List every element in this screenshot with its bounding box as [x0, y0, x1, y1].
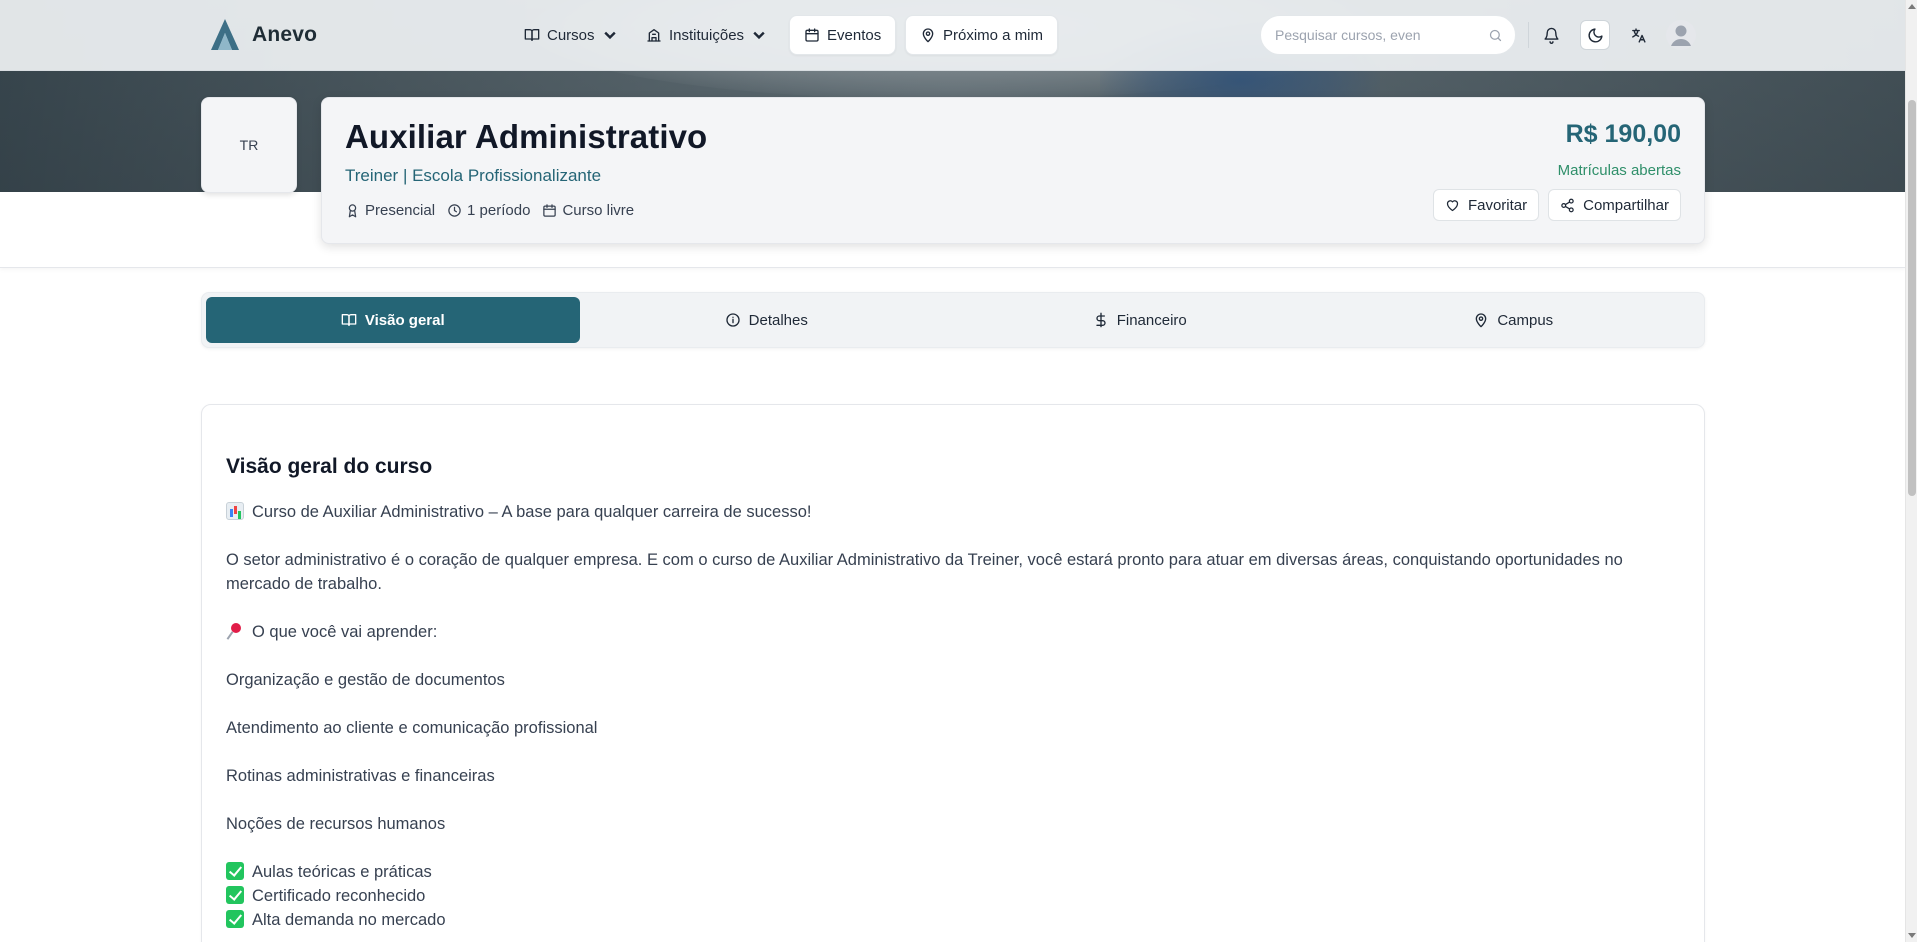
scroll-down-arrow-icon[interactable]: [1908, 933, 1916, 938]
page-scrollbar[interactable]: [1905, 0, 1917, 942]
overview-paragraph: O setor administrativo é o coração de qu…: [226, 551, 1623, 593]
course-tabs: Visão geral Detalhes Financeiro Campus: [201, 292, 1705, 348]
tab-visao-geral[interactable]: Visão geral: [206, 297, 580, 343]
nav-cursos-label: Cursos: [547, 26, 595, 44]
course-meta: Presencial 1 período Curso livre: [345, 202, 634, 219]
nav-cursos-dropdown[interactable]: Cursos: [510, 15, 632, 55]
scroll-up-arrow-icon[interactable]: [1908, 4, 1916, 9]
user-avatar-icon[interactable]: [1666, 20, 1696, 50]
institution-badge-text: TR: [239, 137, 259, 153]
nav-eventos-label: Eventos: [827, 26, 882, 44]
translate-icon: [1631, 27, 1646, 43]
overview-heading: Visão geral do curso: [226, 455, 433, 478]
course-institution-link[interactable]: Treiner | Escola Profissionalizante: [345, 166, 601, 186]
tab-label: Detalhes: [748, 311, 808, 329]
institution-badge: TR: [201, 97, 297, 193]
share-icon: [1561, 198, 1574, 212]
benefit-text: Alta demanda no mercado: [252, 911, 446, 929]
heart-icon: [1446, 199, 1459, 211]
tab-label: Financeiro: [1116, 311, 1187, 329]
course-actions: Favoritar Compartilhar: [1432, 189, 1681, 221]
notifications-button[interactable]: [1536, 20, 1566, 50]
check-mark-emoji-icon: [226, 862, 244, 880]
pushpin-emoji-icon: [226, 622, 244, 640]
topic-item: Organização e gestão de documentos: [226, 671, 505, 689]
bell-icon: [1543, 27, 1559, 44]
meta-modality: Presencial: [345, 202, 435, 219]
benefit-item: Aulas teóricas e práticas: [226, 860, 1666, 884]
topic-item: Atendimento ao cliente e comunicação pro…: [226, 719, 598, 737]
benefit-text: Certificado reconhecido: [252, 887, 426, 905]
meta-type-label: Curso livre: [562, 202, 635, 219]
info-icon: [725, 313, 740, 327]
benefit-item: Alta demanda no mercado: [226, 908, 1666, 932]
anevo-logo-icon: [211, 19, 239, 50]
brand-logo[interactable]: Anevo: [208, 16, 317, 54]
building-icon: [647, 29, 661, 42]
clock-icon: [448, 204, 461, 217]
chevron-down-icon: [753, 31, 765, 40]
topic-item: Rotinas administrativas e financeiras: [226, 767, 495, 785]
award-icon: [348, 204, 357, 218]
check-mark-emoji-icon: [226, 886, 244, 904]
theme-toggle-button[interactable]: [1580, 20, 1610, 50]
search-input[interactable]: [1275, 27, 1475, 43]
learn-heading-text: O que você vai aprender:: [252, 623, 438, 641]
meta-modality-label: Presencial: [365, 202, 436, 219]
tab-financeiro[interactable]: Financeiro: [953, 297, 1327, 343]
calendar-icon: [805, 28, 819, 42]
share-label: Compartilhar: [1583, 196, 1669, 214]
calendar-icon: [543, 204, 557, 217]
meta-duration: 1 período: [447, 202, 530, 219]
scrollbar-thumb[interactable]: [1908, 100, 1916, 496]
benefit-text: Aulas teóricas e práticas: [252, 863, 432, 881]
search-box[interactable]: [1260, 15, 1516, 55]
navbar-divider: [1528, 22, 1529, 48]
language-button[interactable]: [1623, 20, 1653, 50]
share-button[interactable]: Compartilhar: [1548, 189, 1681, 221]
nav-instituicoes-dropdown[interactable]: Instituições: [632, 15, 781, 55]
meta-type: Curso livre: [542, 202, 634, 219]
overview-intro: Curso de Auxiliar Administrativo – A bas…: [226, 500, 1666, 524]
enrollment-status: Matrículas abertas: [1557, 162, 1681, 179]
nav-instituicoes-label: Instituições: [669, 26, 745, 44]
benefit-item: Certificado reconhecido: [226, 884, 1666, 908]
moon-icon: [1588, 27, 1603, 42]
top-navbar: Anevo Cursos Instituições Eventos Próxim…: [0, 0, 1905, 71]
nav-proximo-label: Próximo a mim: [943, 26, 1044, 44]
overview-intro-text: Curso de Auxiliar Administrativo – A bas…: [252, 503, 812, 521]
favorite-button[interactable]: Favoritar: [1432, 189, 1540, 221]
overview-body: Curso de Auxiliar Administrativo – A bas…: [226, 500, 1666, 932]
course-price: R$ 190,00: [1565, 120, 1681, 148]
favorite-label: Favoritar: [1467, 196, 1528, 214]
search-icon: [1489, 29, 1502, 42]
bar-chart-emoji-icon: [226, 502, 244, 520]
dollar-icon: [1096, 312, 1106, 328]
check-mark-emoji-icon: [226, 910, 244, 928]
tab-label: Visão geral: [364, 311, 445, 329]
book-icon: [341, 314, 357, 326]
map-pin-icon: [1475, 313, 1487, 328]
tab-campus[interactable]: Campus: [1327, 297, 1701, 343]
overview-card: Visão geral do curso Curso de Auxiliar A…: [201, 404, 1705, 942]
tab-label: Campus: [1497, 311, 1554, 329]
chevron-down-icon: [603, 31, 616, 40]
book-icon: [524, 29, 540, 41]
tab-detalhes[interactable]: Detalhes: [580, 297, 954, 343]
nav-proximo-button[interactable]: Próximo a mim: [905, 15, 1059, 55]
learn-heading: O que você vai aprender:: [226, 620, 1666, 644]
map-pin-icon: [922, 28, 934, 43]
topic-item: Noções de recursos humanos: [226, 815, 446, 833]
course-title: Auxiliar Administrativo: [345, 118, 708, 155]
brand-name: Anevo: [252, 23, 318, 46]
nav-eventos-button[interactable]: Eventos: [789, 15, 897, 55]
meta-duration-label: 1 período: [467, 202, 531, 219]
course-header-card: Auxiliar Administrativo Treiner | Escola…: [321, 97, 1705, 244]
